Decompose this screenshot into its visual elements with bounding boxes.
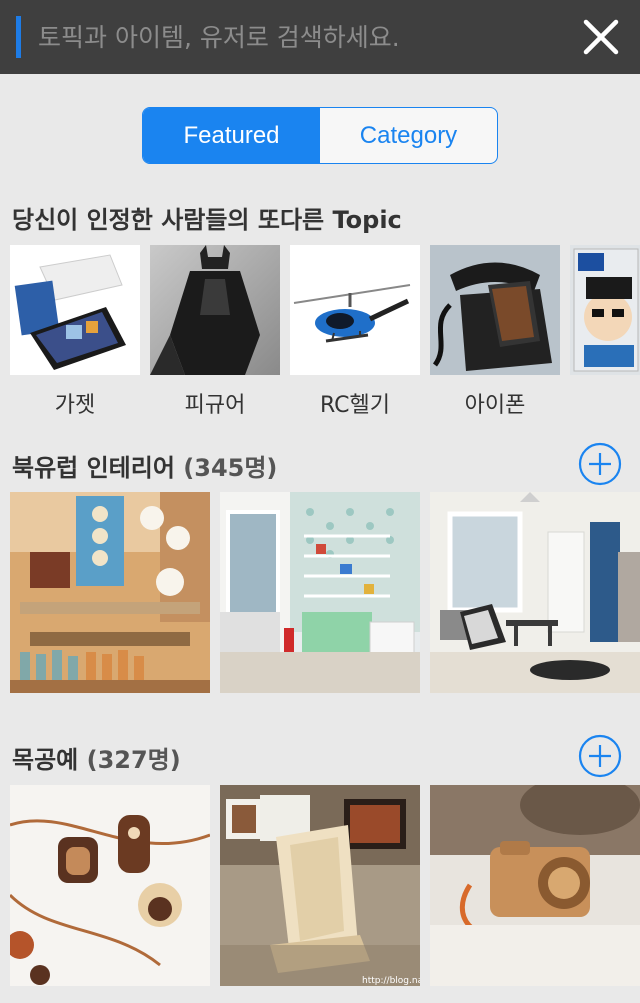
photo-row-nordic: [10, 492, 640, 693]
section-title-topics: 당신이 인정한 사람들의 또다른 Topic: [12, 206, 402, 234]
topic-label: 아이폰: [464, 393, 526, 418]
photo-row-woodcraft: http://blog.nav: [10, 785, 640, 986]
collection-title: 북유럽 인테리어: [12, 454, 175, 482]
topic-label: RC헬기: [319, 393, 391, 418]
topic-item-rc-heli[interactable]: RC헬기: [290, 245, 420, 419]
topic-label: 피규어: [184, 393, 246, 418]
topic-item-gadget[interactable]: 가젯: [10, 245, 140, 419]
add-icon[interactable]: [578, 442, 622, 486]
topic-thumb-iphone: [430, 245, 560, 375]
photo-wood-camera[interactable]: [430, 785, 640, 986]
tab-category[interactable]: Category: [320, 108, 497, 163]
topic-item-figure[interactable]: 피규어: [150, 245, 280, 419]
collection-count: (327명): [86, 746, 181, 774]
photo-wood-box[interactable]: http://blog.nav: [220, 785, 420, 986]
close-icon[interactable]: [582, 18, 620, 56]
text-caret: [16, 16, 21, 58]
topic-thumb-gadget: [10, 245, 140, 375]
topic-thumb-pop: [570, 245, 640, 375]
add-icon[interactable]: [578, 734, 622, 778]
search-input[interactable]: [36, 14, 560, 60]
tab-featured[interactable]: Featured: [143, 108, 320, 163]
topic-thumb-figure: [150, 245, 280, 375]
section-title-nordic-interior: 북유럽 인테리어 (345명): [12, 448, 277, 483]
topic-label: 가젯: [54, 393, 96, 418]
photo-kids-room[interactable]: [220, 492, 420, 693]
photo-wood-pendants[interactable]: [10, 785, 210, 986]
topic-thumb-rc-heli: [290, 245, 420, 375]
watermark-text: http://blog.nav: [362, 976, 420, 986]
collection-title: 목공예: [12, 746, 79, 774]
topic-item-pop[interactable]: [570, 245, 640, 387]
photo-store-interior[interactable]: [10, 492, 210, 693]
collection-count: (345명): [183, 454, 278, 482]
segmented-control: Featured Category: [142, 107, 498, 164]
photo-living-room[interactable]: [430, 492, 640, 693]
search-bar: [0, 0, 640, 74]
topic-item-iphone[interactable]: 아이폰: [430, 245, 560, 419]
topic-row: 가젯 피규어 RC헬기 아이폰: [10, 245, 640, 425]
section-title-woodcraft: 목공예 (327명): [12, 740, 181, 775]
